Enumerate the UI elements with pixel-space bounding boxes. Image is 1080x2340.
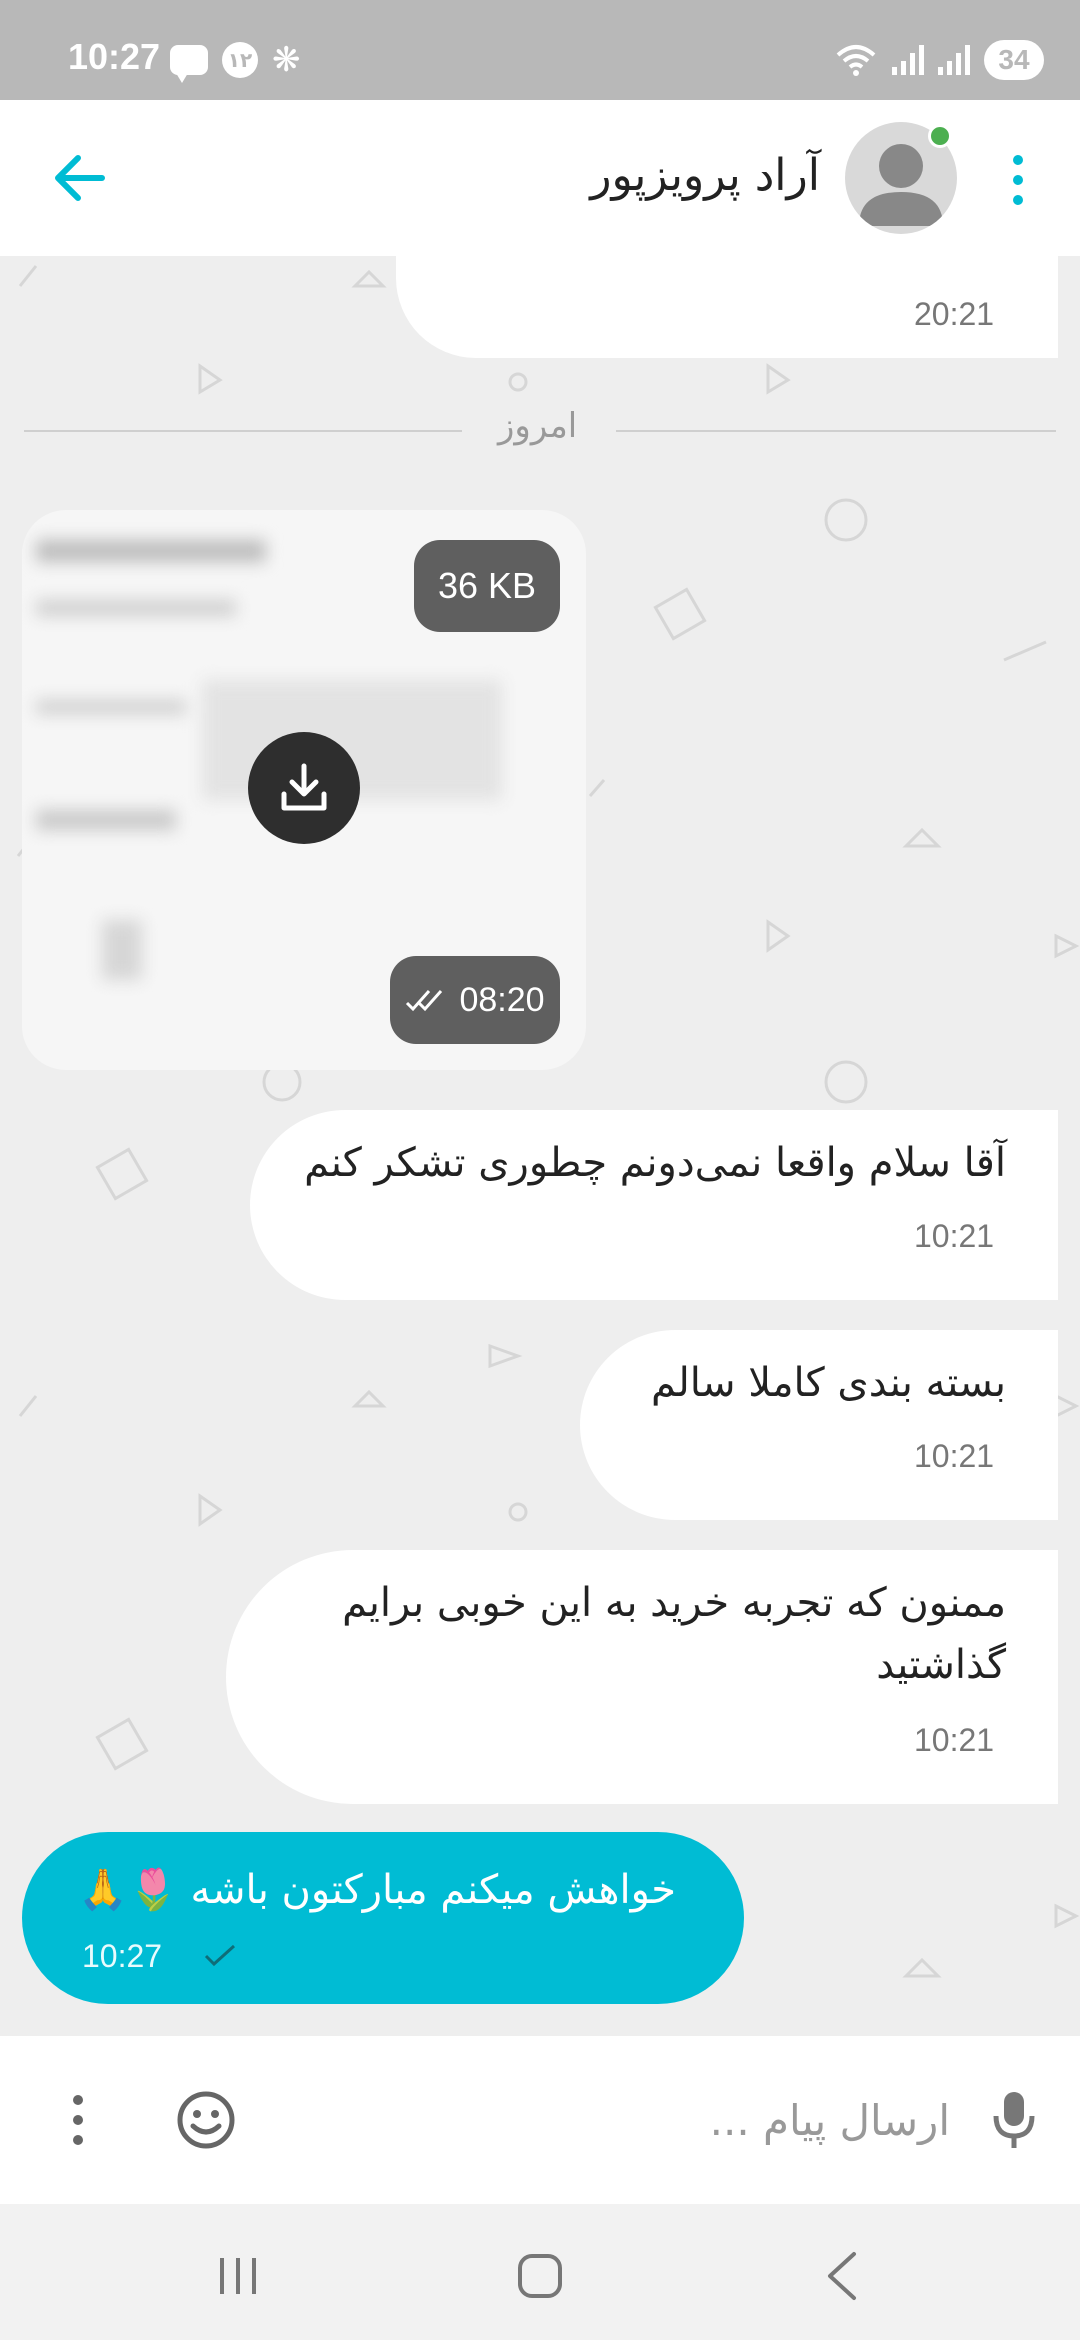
file-size-badge: 36 KB [414, 540, 560, 632]
back-arrow-icon[interactable] [52, 148, 108, 208]
recent-apps-icon[interactable] [208, 2246, 268, 2306]
message-time: 10:21 [914, 1722, 995, 1758]
signal-strength-icon-2 [938, 45, 970, 75]
message-bubble[interactable]: 20:21 [396, 256, 1058, 358]
notification-count-badge: ۱۲ [222, 42, 258, 78]
download-button[interactable] [248, 732, 360, 844]
date-divider: امروز [498, 406, 578, 446]
emoji-icon[interactable] [176, 2090, 236, 2150]
message-input[interactable] [250, 2076, 950, 2164]
chat-header: آراد پرویزپور [0, 100, 1080, 256]
more-options-icon[interactable] [1004, 152, 1032, 208]
wifi-icon [836, 45, 876, 76]
message-text: آقا سلام واقعا نمی‌دونم چطوری تشکر کنم [304, 1140, 1006, 1186]
online-status-dot [928, 124, 952, 148]
date-divider-line-right [616, 430, 1056, 432]
single-check-icon [204, 1944, 236, 1967]
system-navigation-bar [0, 2204, 1080, 2340]
status-bar: 10:27 ۱۲ ❋ 34 [0, 0, 1080, 100]
app-notification-icon: ❋ [272, 40, 301, 80]
attachment-time: 08:20 [459, 980, 545, 1019]
back-nav-icon[interactable] [814, 2246, 874, 2306]
date-divider-line-left [24, 430, 462, 432]
signal-strength-icon [892, 45, 924, 75]
status-notifications: ۱۲ ❋ [170, 40, 301, 83]
chat-area[interactable]: 20:21 امروز 36 KB 08:20 آقا سلام واقعا ن… [0, 256, 1080, 2036]
contact-name[interactable]: آراد پرویزپور [590, 150, 820, 201]
message-bubble[interactable]: ممنون که تجربه خرید به این خوبی برایم گذ… [226, 1550, 1058, 1804]
more-options-vertical-icon[interactable] [68, 2092, 88, 2148]
double-check-icon [406, 990, 443, 1012]
message-text: بسته بندی کاملا سالم [650, 1360, 1006, 1406]
message-composer [0, 2036, 1080, 2204]
image-attachment[interactable]: 36 KB 08:20 [22, 510, 586, 1070]
battery-indicator: 34 [984, 40, 1044, 80]
message-bubble[interactable]: بسته بندی کاملا سالم 10:21 [580, 1330, 1058, 1520]
message-time: 10:21 [914, 1218, 995, 1254]
sent-message-text: خواهش میکنم مبارکتون باشه 🌷🙏 [78, 1867, 676, 1913]
message-time: 10:21 [914, 1438, 995, 1474]
sent-message-time: 10:27 [82, 1938, 163, 1974]
message-bubble[interactable]: آقا سلام واقعا نمی‌دونم چطوری تشکر کنم 1… [250, 1110, 1058, 1300]
microphone-icon[interactable] [990, 2088, 1038, 2152]
status-time: 10:27 [68, 36, 161, 77]
download-icon [281, 763, 327, 811]
message-text: ممنون که تجربه خرید به این خوبی برایم گذ… [342, 1580, 1006, 1688]
chat-notification-icon [170, 45, 208, 83]
attachment-time-badge: 08:20 [390, 956, 560, 1044]
home-icon[interactable] [510, 2246, 570, 2306]
sent-message-bubble[interactable]: خواهش میکنم مبارکتون باشه 🌷🙏 10:27 [22, 1832, 744, 2004]
status-right-icons: 34 [834, 40, 1044, 80]
message-time: 20:21 [914, 296, 995, 332]
